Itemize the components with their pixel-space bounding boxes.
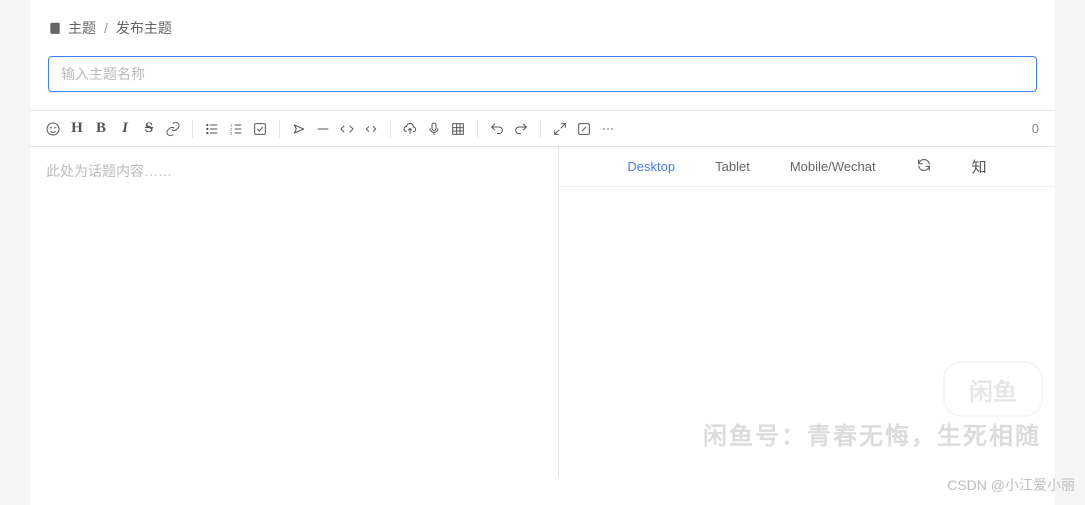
quote-button[interactable] — [288, 118, 310, 140]
topic-title-input[interactable] — [48, 56, 1037, 92]
inline-code-button[interactable] — [360, 118, 382, 140]
editor-textarea[interactable]: 此处为话题内容…… — [30, 147, 559, 477]
breadcrumb-current: 发布主题 — [116, 18, 172, 38]
char-counter: 0 — [1032, 121, 1043, 136]
svg-text:3: 3 — [230, 130, 233, 135]
code-block-button[interactable] — [336, 118, 358, 140]
heading-button[interactable]: H — [66, 118, 88, 140]
upload-button[interactable] — [399, 118, 421, 140]
preview-tabs: Desktop Tablet Mobile/Wechat 知 — [559, 147, 1055, 187]
title-input-container — [30, 56, 1055, 110]
strikethrough-button[interactable]: S — [138, 118, 160, 140]
preview-tab-tablet[interactable]: Tablet — [715, 159, 750, 174]
preview-tab-desktop[interactable]: Desktop — [627, 159, 675, 174]
edit-mode-button[interactable] — [573, 118, 595, 140]
fullscreen-button[interactable] — [549, 118, 571, 140]
xianyu-logo-watermark: 闲鱼 — [945, 363, 1041, 415]
toolbar-divider — [192, 120, 193, 138]
editor-placeholder: 此处为话题内容…… — [46, 163, 172, 179]
xianyu-text-watermark: 闲鱼号：青春无悔，生死相随 — [703, 416, 1041, 451]
italic-button[interactable]: I — [114, 118, 136, 140]
link-button[interactable] — [162, 118, 184, 140]
toolbar-divider — [390, 120, 391, 138]
refresh-icon — [916, 157, 932, 173]
redo-button[interactable] — [510, 118, 532, 140]
checklist-button[interactable] — [249, 118, 271, 140]
breadcrumb-separator: / — [104, 20, 108, 36]
more-button[interactable] — [597, 118, 619, 140]
preview-refresh-button[interactable] — [916, 157, 932, 176]
editor-toolbar: H B I S 123 0 — [30, 111, 1055, 147]
toolbar-divider — [477, 120, 478, 138]
record-button[interactable] — [423, 118, 445, 140]
ordered-list-button[interactable]: 123 — [225, 118, 247, 140]
csdn-watermark: CSDN @小江爱小丽 — [947, 475, 1075, 495]
preview-tab-mobile[interactable]: Mobile/Wechat — [790, 159, 876, 174]
book-icon — [48, 21, 62, 35]
toolbar-divider — [540, 120, 541, 138]
table-button[interactable] — [447, 118, 469, 140]
undo-button[interactable] — [486, 118, 508, 140]
breadcrumb: 主题 / 发布主题 — [30, 18, 1055, 56]
preview-zhi-button[interactable]: 知 — [972, 156, 987, 177]
unordered-list-button[interactable] — [201, 118, 223, 140]
horizontal-rule-button[interactable] — [312, 118, 334, 140]
bold-button[interactable]: B — [90, 118, 112, 140]
toolbar-divider — [279, 120, 280, 138]
breadcrumb-root[interactable]: 主题 — [68, 18, 96, 38]
emoji-button[interactable] — [42, 118, 64, 140]
